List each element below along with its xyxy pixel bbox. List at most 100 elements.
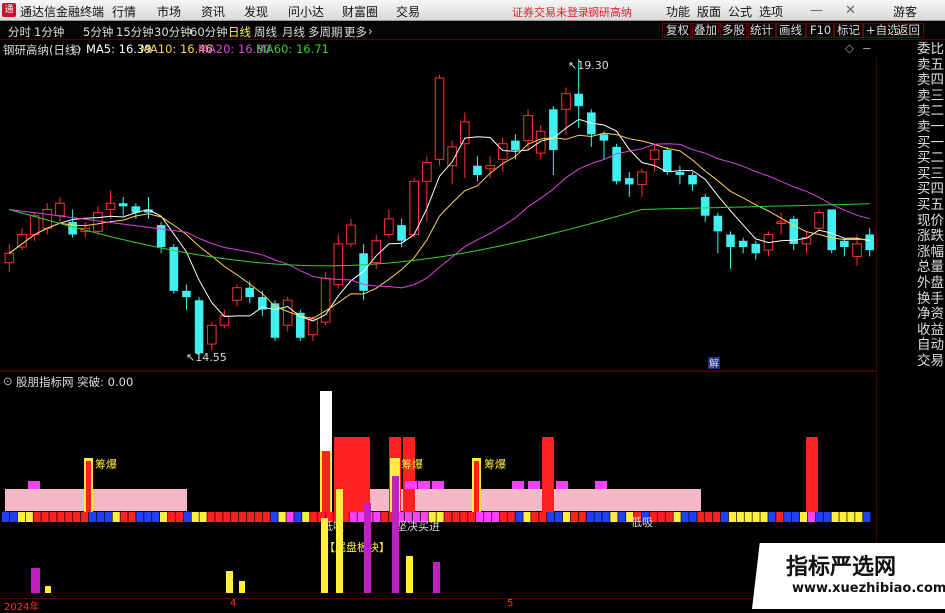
signal-block xyxy=(160,512,168,522)
candle-body xyxy=(599,134,609,141)
tab-15min[interactable]: 15分钟 xyxy=(116,24,154,40)
signal-block xyxy=(302,512,310,522)
menu-gongshi[interactable]: 公式 xyxy=(728,3,752,20)
signal-block xyxy=(807,512,815,522)
btn-duogu[interactable]: 多股 xyxy=(718,23,749,38)
signal-bar xyxy=(86,461,91,512)
tail-block-label: 【尾盘板块】 xyxy=(324,540,390,554)
chart-title: 钢研高纳(日线) xyxy=(3,43,81,57)
minimize-icon[interactable]: — xyxy=(810,3,823,18)
indicator-header: ⊙ 股朋指标网 突破: 0.00 xyxy=(0,373,600,389)
menu-faxian[interactable]: 发现 xyxy=(244,3,268,20)
btn-biaoji[interactable]: 标记 xyxy=(833,23,864,38)
candle-body xyxy=(17,234,27,248)
tab-5min[interactable]: 5分钟 xyxy=(83,24,113,40)
volume-bar xyxy=(406,556,413,593)
login-notice[interactable]: 证券交易未登录 xyxy=(512,4,589,20)
candle-body xyxy=(245,287,255,298)
tab-daily[interactable]: 日线 xyxy=(228,24,251,40)
candle-body xyxy=(662,149,672,172)
tab-weekly[interactable]: 周线 xyxy=(254,24,277,40)
signal-block xyxy=(231,512,239,522)
menu-wenxiaoda[interactable]: 问小达 xyxy=(288,3,324,20)
settings-gear-icon[interactable]: ⊙ xyxy=(72,42,82,56)
menu-banmian[interactable]: 版面 xyxy=(697,3,721,20)
menu-jiaoyi[interactable]: 交易 xyxy=(396,3,420,20)
kline-chart[interactable]: 19.0018.5018.0017.5017.0016.5016.0015.50… xyxy=(0,57,877,372)
tab-multi-period[interactable]: 多周期 xyxy=(308,24,343,40)
signal-block xyxy=(555,512,563,522)
quote-field-label: 卖四 xyxy=(917,72,944,89)
chou-bao-label: 筹爆 xyxy=(484,457,506,471)
candle-body xyxy=(612,146,621,182)
candle-body xyxy=(93,212,103,232)
app-logo-icon: 通 xyxy=(2,3,16,17)
tab-60min[interactable]: 60分钟 xyxy=(190,24,228,40)
magenta-mark xyxy=(28,481,40,489)
candle-body xyxy=(118,203,128,207)
candle-body xyxy=(511,140,520,150)
signal-bar-white xyxy=(320,391,332,451)
magenta-mark xyxy=(512,481,524,489)
btn-back[interactable]: 返回 xyxy=(893,23,924,38)
menu-xuanxiang[interactable]: 选项 xyxy=(759,3,783,20)
minus-icon[interactable]: − xyxy=(862,41,872,55)
signal-block xyxy=(357,512,365,522)
close-icon[interactable]: ✕ xyxy=(845,3,856,18)
stock-name-link[interactable]: 钢研高纳 xyxy=(588,4,632,20)
candle-body xyxy=(4,252,15,264)
tab-fenshi[interactable]: 分时 xyxy=(8,24,31,40)
btn-diejia[interactable]: 叠加 xyxy=(690,23,721,38)
signal-block xyxy=(713,512,721,522)
buy-signal-label: 坚决买进 xyxy=(396,520,440,533)
signal-block xyxy=(665,512,673,522)
btn-huaxian[interactable]: 画线 xyxy=(775,23,806,38)
quote-field-label: 卖三 xyxy=(917,87,944,104)
menu-gongneng[interactable]: 功能 xyxy=(666,3,690,20)
indicator-settings-icon[interactable]: ⊙ xyxy=(3,374,13,388)
volume-bar xyxy=(364,503,371,593)
candle-body xyxy=(688,175,697,185)
candle-body xyxy=(105,202,116,210)
btn-f10[interactable]: F10 xyxy=(806,23,836,38)
tab-1min[interactable]: 1分钟 xyxy=(34,24,64,40)
signal-block xyxy=(491,512,499,522)
magenta-mark xyxy=(556,481,568,489)
diamond-icon[interactable]: ◇ xyxy=(845,41,854,55)
menu-shichang[interactable]: 市场 xyxy=(157,3,181,20)
signal-block xyxy=(25,512,33,522)
menu-zixun[interactable]: 资讯 xyxy=(201,3,225,20)
signal-block xyxy=(468,512,476,522)
chevron-right-icon[interactable]: › xyxy=(368,24,373,38)
signal-block xyxy=(776,512,784,522)
signal-block xyxy=(515,512,523,522)
menu-caifuquan[interactable]: 财富圈 xyxy=(342,3,378,20)
signal-block xyxy=(483,512,492,522)
candle-body xyxy=(738,240,748,248)
tab-monthly[interactable]: 月线 xyxy=(282,24,305,40)
signal-block xyxy=(88,512,97,522)
signal-block xyxy=(799,512,808,522)
quote-field-label: 总量 xyxy=(917,259,944,276)
btn-fuquan[interactable]: 复权 xyxy=(662,23,693,38)
btn-tongji[interactable]: 统计 xyxy=(746,23,777,38)
indicator-chart[interactable]: 9.007.506.004.503.0014:5614:5614:5614:56… xyxy=(0,373,877,598)
tab-more[interactable]: 更多 xyxy=(344,24,367,40)
volume-bar xyxy=(433,562,440,593)
candle-body xyxy=(637,171,647,185)
period-toolbar: 分时 1分钟 5分钟 15分钟 30分钟 60分钟 日线 周线 月线 多周期 更… xyxy=(0,22,945,40)
signal-block xyxy=(705,512,713,522)
tab-30min[interactable]: 30分钟 xyxy=(154,24,192,40)
signal-block xyxy=(547,512,555,522)
quote-field-label: 交易 xyxy=(917,352,944,369)
signal-block xyxy=(831,512,839,522)
signal-block xyxy=(65,512,73,522)
menu-hangqing[interactable]: 行情 xyxy=(112,3,136,20)
quote-field-label: 现价 xyxy=(917,212,944,229)
candle-body xyxy=(574,93,583,107)
jie-label: 解 xyxy=(709,357,719,370)
signal-block xyxy=(81,512,89,522)
signal-block xyxy=(286,512,294,522)
signal-block xyxy=(618,512,626,522)
user-label[interactable]: 游客 xyxy=(893,3,917,20)
